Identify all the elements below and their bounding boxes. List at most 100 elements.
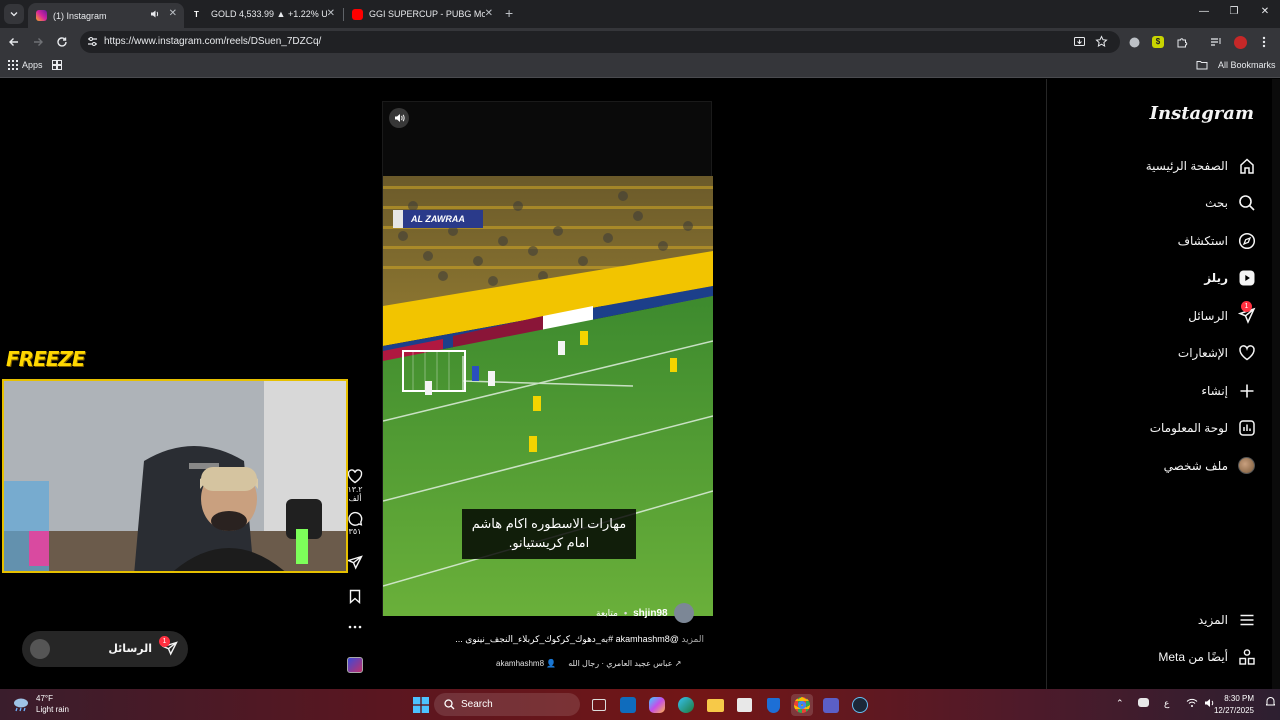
folder-icon [1196,61,1208,70]
sidebar-item-label: المزيد [1197,613,1228,627]
reload-icon [57,37,67,47]
caption-more-link[interactable]: المزيد [681,634,704,644]
audio-thumbnail[interactable] [342,657,368,673]
teams-icon[interactable] [820,694,842,716]
store-icon[interactable] [733,694,755,716]
sidebar-nav: Instagram الصفحة الرئيسية بحث استكشاف ري… [1046,79,1280,689]
tab-close-icon[interactable]: ✕ [169,8,177,19]
copilot-icon[interactable] [646,694,668,716]
defender-icon[interactable] [762,694,784,716]
apps-grid-icon [8,60,18,70]
sidebar-item-dashboard[interactable]: لوحة المعلومات [1150,416,1256,440]
steam-icon[interactable] [849,694,871,716]
extension-dollar-icon[interactable]: $ [1150,34,1166,50]
weather-temp: 47°F [36,694,53,703]
new-tab-button[interactable]: + [505,5,519,21]
install-app-icon[interactable] [1073,35,1086,48]
tab-close-icon[interactable]: ✕ [485,8,493,19]
input-language[interactable]: ع [1164,698,1169,709]
subtitle-line-2: امام كريستيانو. [508,535,590,550]
sidebar-item-label: الرسائل [1188,309,1228,323]
back-button[interactable] [6,34,22,50]
sidebar-item-home[interactable]: الصفحة الرئيسية [1146,154,1256,178]
tagged-user-chip[interactable]: akamhashm8 👤 [496,659,556,668]
notification-bell-icon[interactable] [1266,696,1275,707]
tab-pubg[interactable]: GGI SUPERCUP - PUBG Mobile ✕ [344,3,500,25]
save-button[interactable] [342,589,368,605]
instagram-logo[interactable]: Instagram [1150,103,1254,124]
messages-avatar [30,639,50,659]
start-button[interactable] [410,694,432,716]
all-bookmarks-button[interactable]: All Bookmarks [1196,60,1276,70]
tab-grid-icon [52,60,62,70]
outlook-icon[interactable] [617,694,639,716]
mute-button[interactable] [389,108,409,128]
reel-player[interactable]: AL ZAWRAA مهارات الاسطوره اكام هاشم امام… [382,101,713,616]
minimize-button[interactable]: — [1196,6,1212,20]
extension-circle-icon[interactable] [1126,34,1142,50]
sidebar-item-label: استكشاف [1177,234,1228,248]
forward-button[interactable] [30,34,46,50]
reload-button[interactable] [54,34,70,50]
more-options-button[interactable] [342,625,368,630]
messages-badge: 1 [1241,301,1252,312]
tab-close-icon[interactable]: ✕ [327,8,335,19]
file-explorer-icon[interactable] [704,694,726,716]
taskbar-search[interactable]: Search [434,693,580,716]
arrow-left-icon [9,38,18,46]
sidebar-item-create[interactable]: إنشاء [1201,379,1256,403]
tab-audio-icon[interactable] [150,9,160,19]
sidebar-item-search[interactable]: بحث [1205,191,1256,215]
sidebar-item-reels[interactable]: ريلز [1204,266,1256,290]
sidebar-item-explore[interactable]: استكشاف [1178,229,1256,253]
sidebar-item-meta[interactable]: أيضًا من Meta [1158,645,1256,669]
page-scrollbar[interactable] [1272,79,1280,689]
close-window-button[interactable]: ✕ [1257,6,1273,20]
subtitle-line-1: مهارات الاسطوره اكام هاشم [471,516,627,531]
tray-chevron-icon[interactable]: ⌃ [1116,698,1124,709]
tab-groups-bookmark[interactable] [52,60,62,70]
sidebar-item-more[interactable]: المزيد [1198,608,1256,632]
reel-subtitle: مهارات الاسطوره اكام هاشم امام كريستيانو… [462,509,636,559]
sidebar-item-messages[interactable]: الرسائل 1 [1188,301,1256,328]
chrome-icon[interactable] [791,694,813,716]
tab-search-button[interactable] [4,4,24,24]
messages-pill[interactable]: الرسائل 1 [22,631,188,667]
tab-instagram[interactable]: (1) Instagram ✕ [28,3,184,28]
reel-caption[interactable]: المزيد @akamhashm8 #به_دهوك_كركوك_كربلاء… [436,634,704,645]
audio-chip[interactable]: عباس عجيد العامري · رجال الله ↗ [568,659,681,668]
discord-tray-icon[interactable] [1138,698,1149,707]
restore-button[interactable]: ❐ [1226,6,1242,20]
edge-icon[interactable] [675,694,697,716]
tab-gold[interactable]: T GOLD 4,533.99 ▲ +1.22% Unn ✕ [186,3,342,25]
tab-title: GGI SUPERCUP - PUBG Mobile [369,9,485,19]
menu-dots-icon[interactable] [1256,34,1272,50]
address-bar[interactable]: https://www.instagram.com/reels/DSuen_7D… [80,31,1120,53]
weather-widget[interactable]: 47°F Light rain [12,693,69,715]
system-clock[interactable]: 8:30 PM 12/27/2025 [1214,693,1254,717]
site-info-icon[interactable] [87,36,98,47]
author-avatar[interactable] [673,603,694,623]
person-icon: 👤 [546,659,557,668]
wifi-icon[interactable] [1186,698,1198,708]
webcam-overlay [2,379,348,573]
sidebar-item-notifications[interactable]: الإشعارات [1178,341,1256,365]
profile-avatar-icon[interactable] [1232,34,1248,50]
home-icon [1238,157,1256,175]
apps-label: Apps [22,60,43,70]
task-view-icon[interactable] [588,694,610,716]
messages-icon: 1 [1238,301,1256,325]
arrow-up-right-icon: ↗ [674,659,682,668]
tagged-user-name: akamhashm8 [496,659,545,668]
sidebar-item-profile[interactable]: ملف شخصي [1164,454,1256,478]
reel-video[interactable]: AL ZAWRAA مهارات الاسطوره اكام هاشم امام… [383,176,713,616]
extensions-puzzle-icon[interactable] [1174,34,1190,50]
reel-username[interactable]: shjin98 [633,608,667,619]
hamburger-menu-icon [1238,611,1256,629]
apps-bookmark[interactable]: Apps [8,60,43,70]
url-text: https://www.instagram.com/reels/DSuen_7D… [104,36,322,47]
follow-button[interactable]: متابعة [596,608,618,619]
media-controls-icon[interactable] [1208,34,1224,50]
windows-logo-icon [413,697,429,713]
bookmark-star-icon[interactable] [1095,35,1108,48]
